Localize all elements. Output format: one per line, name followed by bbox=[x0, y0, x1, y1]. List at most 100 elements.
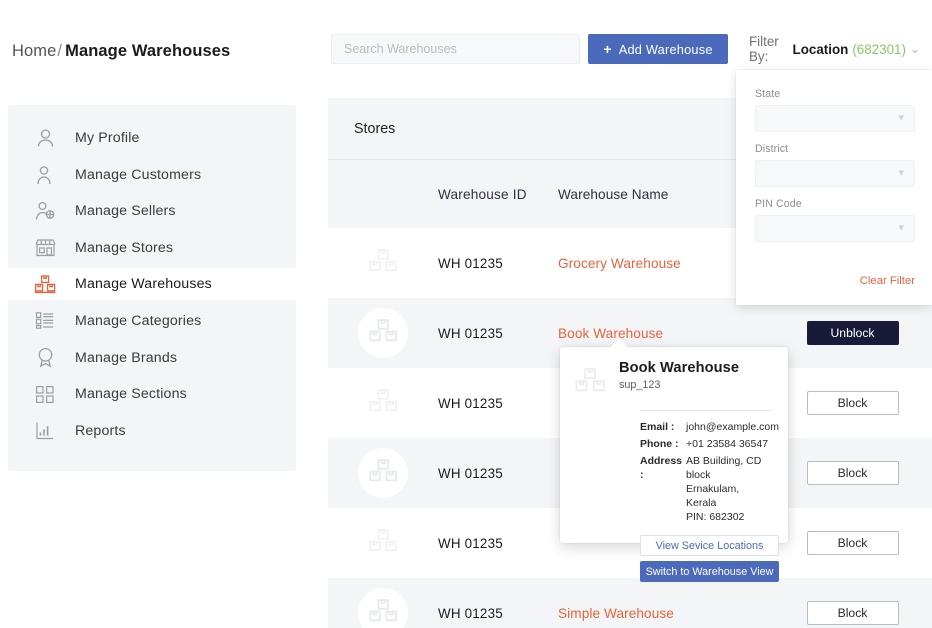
row-warehouse-id: WH 01235 bbox=[438, 325, 503, 341]
sidebar-item-reports[interactable]: Reports bbox=[8, 415, 296, 447]
add-warehouse-button[interactable]: + Add Warehouse bbox=[588, 34, 728, 64]
warehouse-icon bbox=[368, 597, 398, 628]
search-warehouses-box[interactable] bbox=[331, 34, 580, 64]
row-warehouse-icon-cell bbox=[328, 387, 438, 420]
address-label: Address : bbox=[640, 455, 683, 481]
filter-by-value: Location bbox=[792, 41, 849, 57]
pin-code-label: PIN Code bbox=[755, 198, 802, 210]
row-warehouse-icon-cell bbox=[328, 308, 438, 358]
breadcrumb-separator: / bbox=[57, 42, 63, 60]
popup-actions: View Sevice Locations Switch to Warehous… bbox=[640, 535, 779, 582]
sidebar-item-manage-sellers[interactable]: Manage Sellers bbox=[8, 195, 296, 227]
popup-title: Book Warehouse bbox=[619, 360, 740, 376]
row-warehouse-icon-cell bbox=[328, 247, 438, 280]
row-warehouse-icon-cell bbox=[328, 448, 438, 498]
block-button[interactable]: Block bbox=[806, 391, 899, 415]
sidebar-item-label: My Profile bbox=[75, 130, 140, 146]
sidebar-item-manage-sections[interactable]: Manage Sections bbox=[8, 378, 296, 410]
row-action-cell: Block bbox=[773, 531, 932, 555]
sidebar-item-manage-categories[interactable]: Manage Categories bbox=[8, 305, 296, 337]
chevron-down-icon: ▾ bbox=[898, 167, 904, 179]
filter-field-pin-code: PIN Code ▾ bbox=[755, 198, 915, 242]
sidebar-item-label: Manage Sellers bbox=[75, 203, 176, 220]
phone-value: +01 23584 36547 bbox=[686, 438, 769, 450]
district-label: District bbox=[755, 143, 789, 155]
store-icon bbox=[32, 236, 58, 260]
warehouse-icon bbox=[368, 527, 398, 560]
pin-code-select[interactable]: ▾ bbox=[755, 215, 915, 242]
address-line-1: AB Building, CD block bbox=[686, 455, 762, 481]
warehouse-icon bbox=[32, 272, 58, 296]
sidebar-item-label: Reports bbox=[75, 422, 126, 439]
block-button[interactable]: Block bbox=[806, 531, 899, 555]
sidebar-item-label: Manage Brands bbox=[75, 349, 178, 366]
row-warehouse-id: WH 01235 bbox=[438, 465, 503, 481]
chevron-down-icon[interactable]: ⌄ bbox=[910, 43, 920, 55]
sidebar: My Profile Manage Customers Manage Selle… bbox=[8, 105, 296, 471]
popup-divider bbox=[640, 410, 772, 411]
row-action-cell: Unblock bbox=[773, 321, 932, 345]
email-label: Email : bbox=[640, 421, 675, 433]
sidebar-item-label: Manage Categories bbox=[75, 312, 202, 329]
sidebar-item-my-profile[interactable]: My Profile bbox=[8, 122, 296, 154]
warehouse-icon bbox=[574, 360, 606, 400]
categories-icon bbox=[32, 309, 58, 333]
warehouse-icon bbox=[368, 457, 398, 490]
filter-field-state: State ▾ bbox=[755, 88, 915, 132]
filter-by-pin: (682301) bbox=[852, 41, 906, 57]
sidebar-item-manage-customers[interactable]: Manage Customers bbox=[8, 159, 296, 191]
warehouse-detail-popup: Book Warehouse sup_123 Email : john@exam… bbox=[560, 339, 788, 582]
address-line-3: PIN: 682302 bbox=[686, 511, 745, 523]
email-value: john@example.com bbox=[686, 421, 779, 433]
clear-filter-button[interactable]: Clear Filter bbox=[860, 275, 915, 287]
row-action-cell: Block bbox=[773, 461, 932, 485]
search-input[interactable] bbox=[344, 42, 579, 56]
warehouse-icon bbox=[368, 387, 398, 420]
sidebar-item-manage-stores[interactable]: Manage Stores bbox=[8, 232, 296, 264]
table-row[interactable]: WH 01235 Simple Warehouse Block bbox=[328, 578, 932, 628]
row-warehouse-name[interactable]: Simple Warehouse bbox=[558, 606, 773, 621]
plus-icon: + bbox=[603, 41, 612, 57]
header-warehouse-id: Warehouse ID bbox=[438, 186, 527, 202]
row-warehouse-id: WH 01235 bbox=[438, 255, 503, 271]
seller-icon bbox=[32, 199, 58, 223]
popup-email-row: Email : john@example.com bbox=[640, 420, 779, 434]
breadcrumb-home[interactable]: Home bbox=[12, 42, 56, 60]
switch-to-warehouse-view-button[interactable]: Switch to Warehouse View bbox=[640, 561, 779, 582]
popup-arrow bbox=[610, 339, 628, 348]
block-button[interactable]: Block bbox=[806, 601, 899, 625]
popup-subtitle: sup_123 bbox=[619, 379, 661, 391]
state-label: State bbox=[755, 88, 781, 100]
chevron-down-icon: ▾ bbox=[898, 222, 904, 234]
sidebar-item-label: Manage Customers bbox=[75, 166, 202, 183]
breadcrumb-current: Manage Warehouses bbox=[65, 42, 231, 60]
sidebar-item-label: Manage Sections bbox=[75, 386, 187, 403]
warehouse-icon bbox=[368, 247, 398, 280]
state-select[interactable]: ▾ bbox=[755, 105, 915, 132]
popup-header: Book Warehouse sup_123 bbox=[574, 360, 772, 400]
app-root: Home/Manage Warehouses My Profile Manage… bbox=[0, 0, 932, 628]
filter-by-control[interactable]: Filter By: Location (682301) ⌄ bbox=[736, 28, 932, 70]
sidebar-item-label: Manage Warehouses bbox=[75, 276, 212, 293]
district-select[interactable]: ▾ bbox=[755, 160, 915, 187]
sections-icon bbox=[32, 382, 58, 406]
stores-title: Stores bbox=[354, 120, 396, 137]
sidebar-item-manage-warehouses[interactable]: Manage Warehouses bbox=[8, 268, 296, 301]
block-button[interactable]: Block bbox=[806, 461, 899, 485]
row-warehouse-id: WH 01235 bbox=[438, 605, 503, 621]
view-service-locations-button[interactable]: View Sevice Locations bbox=[640, 535, 779, 556]
filter-panel: State ▾ District ▾ PIN Code ▾ Clear Filt… bbox=[736, 70, 932, 305]
row-warehouse-icon-cell bbox=[328, 588, 438, 628]
person-icon bbox=[32, 163, 58, 187]
sidebar-item-manage-brands[interactable]: Manage Brands bbox=[8, 342, 296, 374]
row-warehouse-name[interactable]: Book Warehouse bbox=[558, 326, 773, 341]
add-warehouse-label: Add Warehouse bbox=[618, 41, 713, 57]
filter-by-label: Filter By: bbox=[749, 34, 779, 64]
popup-phone-row: Phone : +01 23584 36547 bbox=[640, 437, 772, 451]
popup-titles: Book Warehouse sup_123 bbox=[619, 360, 739, 391]
unblock-button[interactable]: Unblock bbox=[806, 321, 899, 345]
row-action-cell: Block bbox=[773, 391, 932, 415]
popup-address-row: Address : AB Building, CD block Ernakula… bbox=[640, 454, 772, 524]
breadcrumb: Home/Manage Warehouses bbox=[12, 42, 230, 61]
row-warehouse-id: WH 01235 bbox=[438, 395, 503, 411]
